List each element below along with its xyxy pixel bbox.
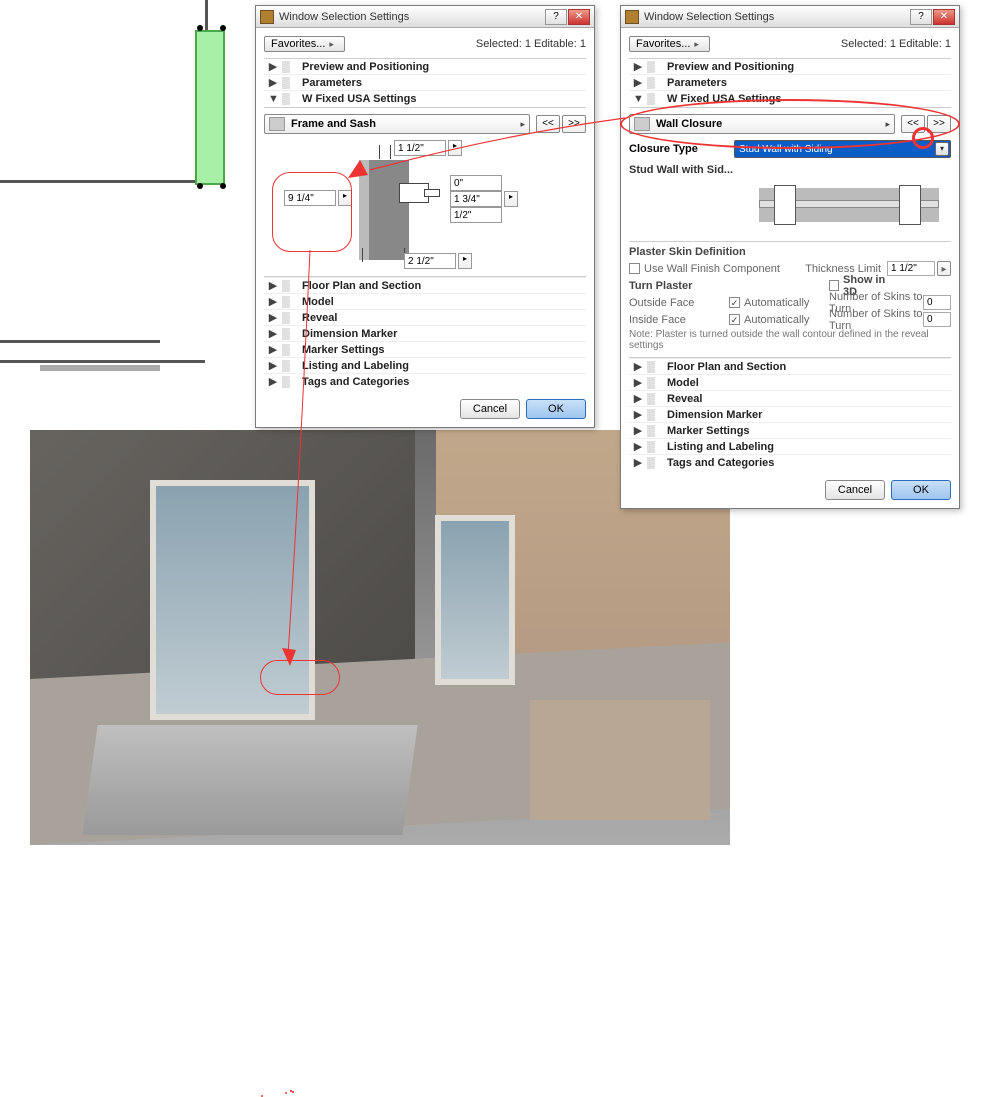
use-wall-finish-checkbox[interactable]	[629, 263, 640, 274]
tree-item[interactable]: ▶Tags and Categories	[264, 373, 586, 389]
ok-button[interactable]: OK	[526, 399, 586, 419]
cancel-button[interactable]: Cancel	[825, 480, 885, 500]
settings-tree-top: ▶Preview and Positioning ▶Parameters ▼W …	[264, 58, 586, 108]
tree-item[interactable]: ▶Reveal	[264, 309, 586, 325]
favorites-button[interactable]: Favorites...	[264, 36, 345, 52]
selection-status: Selected: 1 Editable: 1	[476, 38, 586, 50]
settings-tree-bottom: ▶Floor Plan and Section ▶Model ▶Reveal ▶…	[264, 276, 586, 389]
tree-item[interactable]: ▼W Fixed USA Settings	[264, 91, 586, 107]
tree-item[interactable]: ▶Floor Plan and Section	[264, 277, 586, 293]
dim-bottom-step[interactable]: ▸	[458, 253, 472, 269]
parameters-icon	[282, 77, 298, 89]
help-button[interactable]: ?	[545, 9, 567, 25]
tree-item[interactable]: ▶Listing and Labeling	[629, 438, 951, 454]
titlebar[interactable]: Window Selection Settings ? ✕	[256, 6, 594, 28]
selected-window-plan[interactable]	[195, 30, 225, 185]
tree-item[interactable]: ▶Marker Settings	[264, 341, 586, 357]
tree-item[interactable]: ▶Parameters	[264, 75, 586, 91]
tree-item[interactable]: ▶Preview and Positioning	[629, 59, 951, 75]
tree-item[interactable]: ▶Reveal	[629, 390, 951, 406]
ok-button[interactable]: OK	[891, 480, 951, 500]
close-button[interactable]: ✕	[568, 9, 590, 25]
app-icon	[625, 10, 639, 24]
app-icon	[260, 10, 274, 24]
dialog-title: Window Selection Settings	[644, 11, 909, 23]
annotation-oval-wall-closure	[620, 99, 960, 149]
close-button[interactable]: ✕	[933, 9, 955, 25]
tree-item[interactable]: ▶Preview and Positioning	[264, 59, 586, 75]
annotation-rect-dim	[272, 172, 352, 252]
tree-item[interactable]: ▶Floor Plan and Section	[629, 358, 951, 374]
tree-item[interactable]: ▶Listing and Labeling	[264, 357, 586, 373]
dim-top-input[interactable]	[394, 140, 446, 156]
outside-skins-input[interactable]	[923, 295, 951, 310]
outside-auto-checkbox[interactable]: ✓	[729, 297, 740, 308]
subpanel-selector[interactable]: Frame and Sash ▸	[264, 114, 530, 134]
frame-sash-icon	[269, 117, 285, 131]
tree-item[interactable]: ▶Model	[264, 293, 586, 309]
plaster-note: Note: Plaster is turned outside the wall…	[629, 329, 951, 351]
preview-icon	[282, 61, 298, 73]
selection-status: Selected: 1 Editable: 1	[841, 38, 951, 50]
cancel-button[interactable]: Cancel	[460, 399, 520, 419]
thickness-step-button[interactable]: ▸	[937, 261, 951, 276]
settings-icon	[282, 93, 298, 105]
floor-plan-background	[0, 0, 260, 420]
tree-item[interactable]: ▶Tags and Categories	[629, 454, 951, 470]
settings-tree-bottom: ▶Floor Plan and Section ▶Model ▶Reveal ▶…	[629, 357, 951, 470]
prev-panel-button[interactable]: <<	[536, 115, 560, 133]
closure-type-name: Stud Wall with Sid...	[629, 164, 951, 176]
dialog-title: Window Selection Settings	[279, 11, 544, 23]
dim-bottom-input[interactable]	[404, 253, 456, 269]
tree-item[interactable]: ▶Model	[629, 374, 951, 390]
annotation-rect-render	[285, 1092, 287, 1094]
dim-r0-input[interactable]	[450, 175, 502, 191]
chevron-right-icon: ▸	[520, 119, 525, 130]
tree-item[interactable]: ▶Dimension Marker	[264, 325, 586, 341]
annotation-circle-dropdown	[912, 127, 934, 149]
dim-r2-input[interactable]	[450, 207, 502, 223]
tree-item[interactable]: ▶Parameters	[629, 75, 951, 91]
help-button[interactable]: ?	[910, 9, 932, 25]
favorites-button[interactable]: Favorites...	[629, 36, 710, 52]
wall-closure-diagram	[629, 180, 951, 235]
window-settings-dialog-right: Window Selection Settings ? ✕ Favorites.…	[620, 5, 960, 509]
plaster-section-title: Plaster Skin Definition	[629, 246, 951, 258]
dim-r1-input[interactable]	[450, 191, 502, 207]
show-in-3d-checkbox[interactable]	[829, 280, 839, 291]
dim-top-step[interactable]: ▸	[448, 140, 462, 156]
titlebar[interactable]: Window Selection Settings ? ✕	[621, 6, 959, 28]
inside-skins-input[interactable]	[923, 312, 951, 327]
next-panel-button[interactable]: >>	[562, 115, 586, 133]
tree-item[interactable]: ▶Marker Settings	[629, 422, 951, 438]
inside-auto-checkbox[interactable]: ✓	[729, 314, 740, 325]
chevron-down-icon[interactable]: ▾	[935, 142, 949, 156]
tree-item[interactable]: ▶Dimension Marker	[629, 406, 951, 422]
annotation-rect-sill	[292, 1091, 294, 1093]
dim-r1-step[interactable]: ▸	[504, 191, 518, 207]
